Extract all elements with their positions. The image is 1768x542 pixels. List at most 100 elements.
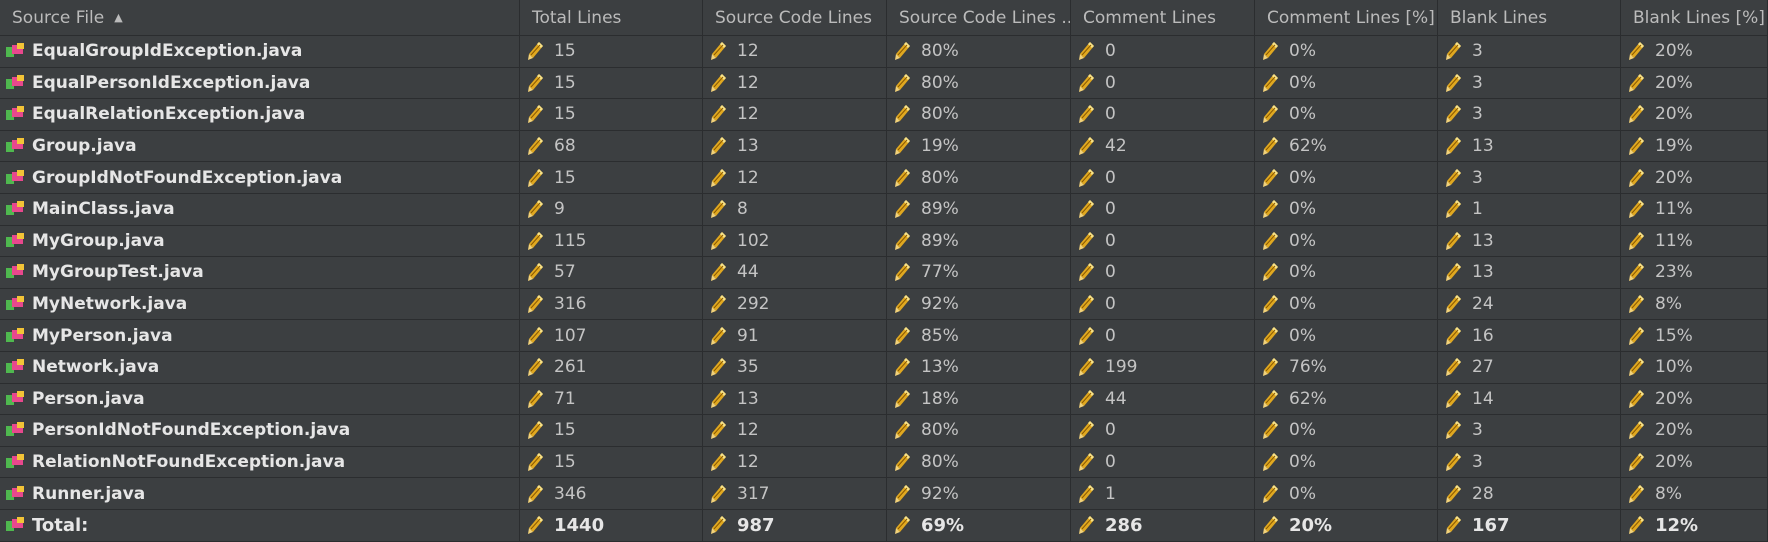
- metric-value: 9: [554, 199, 565, 220]
- pencil-icon: [1629, 421, 1644, 440]
- java-class-icon: [6, 169, 26, 186]
- pencil-icon: [895, 73, 910, 92]
- metric-value: 107: [554, 325, 587, 346]
- pencil-icon: [1263, 484, 1278, 503]
- total-cell: 15: [520, 99, 703, 130]
- file-name: Total:: [32, 514, 89, 536]
- code-cell: 12: [703, 99, 887, 130]
- metric-value: 0: [1105, 199, 1116, 220]
- source-file-cell: RelationNotFoundException.java: [0, 446, 520, 478]
- table-row[interactable]: Group.java 68 13 19% 42 62% 13 19%: [0, 130, 1768, 163]
- metric-value: 0%: [1289, 199, 1316, 220]
- source-file-cell: MyNetwork.java: [0, 288, 520, 320]
- comment-pct-cell: 0%: [1255, 193, 1438, 225]
- metric-value: 0: [1105, 41, 1116, 62]
- column-header-total-lines[interactable]: Total Lines: [520, 0, 703, 35]
- table-row[interactable]: MyGroup.java 115 102 89% 0 0% 13 11%: [0, 225, 1768, 258]
- blank-pct-cell: 8%: [1621, 478, 1768, 509]
- metric-value: 42: [1105, 136, 1127, 157]
- metric-value: 20%: [1655, 167, 1693, 188]
- metric-value: 68: [554, 136, 576, 157]
- total-row[interactable]: Total: 1440 987 69% 286 20% 167 12%: [0, 509, 1768, 542]
- file-name: GroupIdNotFoundException.java: [32, 167, 343, 188]
- metric-value: 0%: [1289, 420, 1316, 441]
- table-row[interactable]: EqualPersonIdException.java 15 12 80% 0 0% 3 20…: [0, 67, 1768, 100]
- pencil-icon: [895, 263, 910, 282]
- column-header-comment-lines[interactable]: Comment Lines: [1071, 0, 1255, 35]
- total-cell: 107: [520, 320, 703, 351]
- pencil-icon: [1446, 389, 1461, 408]
- pencil-icon: [1079, 326, 1094, 345]
- table-row[interactable]: Network.java 261 35 13% 199 76% 27 10%: [0, 351, 1768, 384]
- source-file-cell: Group.java: [0, 130, 520, 162]
- pencil-icon: [711, 421, 726, 440]
- table-row[interactable]: EqualRelationException.java 15 12 80% 0 0% 3 20…: [0, 99, 1768, 131]
- comment-cell: 0: [1071, 162, 1255, 193]
- source-file-cell: MyGroupTest.java: [0, 257, 520, 288]
- comment-cell: 0: [1071, 257, 1255, 288]
- metric-value: 28: [1472, 483, 1494, 504]
- column-header-blank-lines-pct[interactable]: Blank Lines [%]: [1621, 0, 1768, 35]
- blank-pct-cell: 10%: [1621, 351, 1768, 383]
- code-pct-cell: 80%: [887, 415, 1071, 446]
- blank-pct-cell: 20%: [1621, 99, 1768, 130]
- pencil-icon: [895, 295, 910, 314]
- table-row[interactable]: MyGroupTest.java 57 44 77% 0 0% 13 23%: [0, 257, 1768, 289]
- pencil-icon: [1446, 358, 1461, 377]
- blank-pct-cell: 11%: [1621, 193, 1768, 225]
- java-class-icon: [6, 327, 26, 344]
- metric-value: 12: [737, 452, 759, 473]
- metric-value: 987: [737, 514, 775, 536]
- pencil-icon: [528, 421, 543, 440]
- comment-pct-cell: 20%: [1255, 509, 1438, 541]
- source-file-cell: Network.java: [0, 351, 520, 383]
- pencil-icon: [528, 73, 543, 92]
- column-header-comment-lines-pct[interactable]: Comment Lines [%]: [1255, 0, 1438, 35]
- table-row[interactable]: MainClass.java 9 8 89% 0 0% 1 11%: [0, 193, 1768, 226]
- metric-value: 13: [737, 388, 759, 409]
- pencil-icon: [1263, 453, 1278, 472]
- metric-value: 89%: [921, 199, 959, 220]
- source-file-cell: MyPerson.java: [0, 320, 520, 351]
- code-pct-cell: 13%: [887, 351, 1071, 383]
- table-row[interactable]: Person.java 71 13 18% 44 62% 14 20%: [0, 383, 1768, 416]
- code-cell: 12: [703, 162, 887, 193]
- file-name: EqualRelationException.java: [32, 104, 306, 125]
- metric-value: 12: [737, 72, 759, 93]
- metric-value: 0: [1105, 230, 1116, 251]
- code-cell: 91: [703, 320, 887, 351]
- comment-pct-cell: 0%: [1255, 446, 1438, 478]
- metric-value: 0%: [1289, 72, 1316, 93]
- source-file-cell: Runner.java: [0, 478, 520, 509]
- metric-value: 62%: [1289, 136, 1327, 157]
- code-cell: 44: [703, 257, 887, 288]
- table-row[interactable]: Runner.java 346 317 92% 1 0% 28 8%: [0, 478, 1768, 510]
- pencil-icon: [1263, 105, 1278, 124]
- metric-value: 13: [1472, 136, 1494, 157]
- metric-value: 20%: [1655, 420, 1693, 441]
- pencil-icon: [1263, 389, 1278, 408]
- metric-value: 92%: [921, 294, 959, 315]
- pencil-icon: [1263, 358, 1278, 377]
- table-row[interactable]: GroupIdNotFoundException.java 15 12 80% 0 0% 3…: [0, 162, 1768, 194]
- column-header-source-code-lines-pct[interactable]: Source Code Lines ...: [887, 0, 1071, 35]
- column-header-source-file[interactable]: Source File ▲: [0, 0, 520, 35]
- table-row[interactable]: RelationNotFoundException.java 15 12 80% 0 0%…: [0, 446, 1768, 479]
- pencil-icon: [895, 389, 910, 408]
- source-file-cell: GroupIdNotFoundException.java: [0, 162, 520, 193]
- table-row[interactable]: MyNetwork.java 316 292 92% 0 0% 24 8%: [0, 288, 1768, 321]
- pencil-icon: [528, 453, 543, 472]
- column-header-blank-lines[interactable]: Blank Lines: [1438, 0, 1621, 35]
- pencil-icon: [1263, 73, 1278, 92]
- table-row[interactable]: EqualGroupIdException.java 15 12 80% 0 0% 3 20%: [0, 36, 1768, 68]
- metric-value: 3: [1472, 104, 1483, 125]
- table-row[interactable]: PersonIdNotFoundException.java 15 12 80% 0 0%…: [0, 415, 1768, 447]
- metric-value: 12: [737, 41, 759, 62]
- comment-cell: 0: [1071, 415, 1255, 446]
- pencil-icon: [711, 105, 726, 124]
- table-row[interactable]: MyPerson.java 107 91 85% 0 0% 16 15%: [0, 320, 1768, 352]
- pencil-icon: [895, 231, 910, 250]
- column-header-source-code-lines[interactable]: Source Code Lines: [703, 0, 887, 35]
- comment-pct-cell: 0%: [1255, 288, 1438, 320]
- pencil-icon: [1446, 200, 1461, 219]
